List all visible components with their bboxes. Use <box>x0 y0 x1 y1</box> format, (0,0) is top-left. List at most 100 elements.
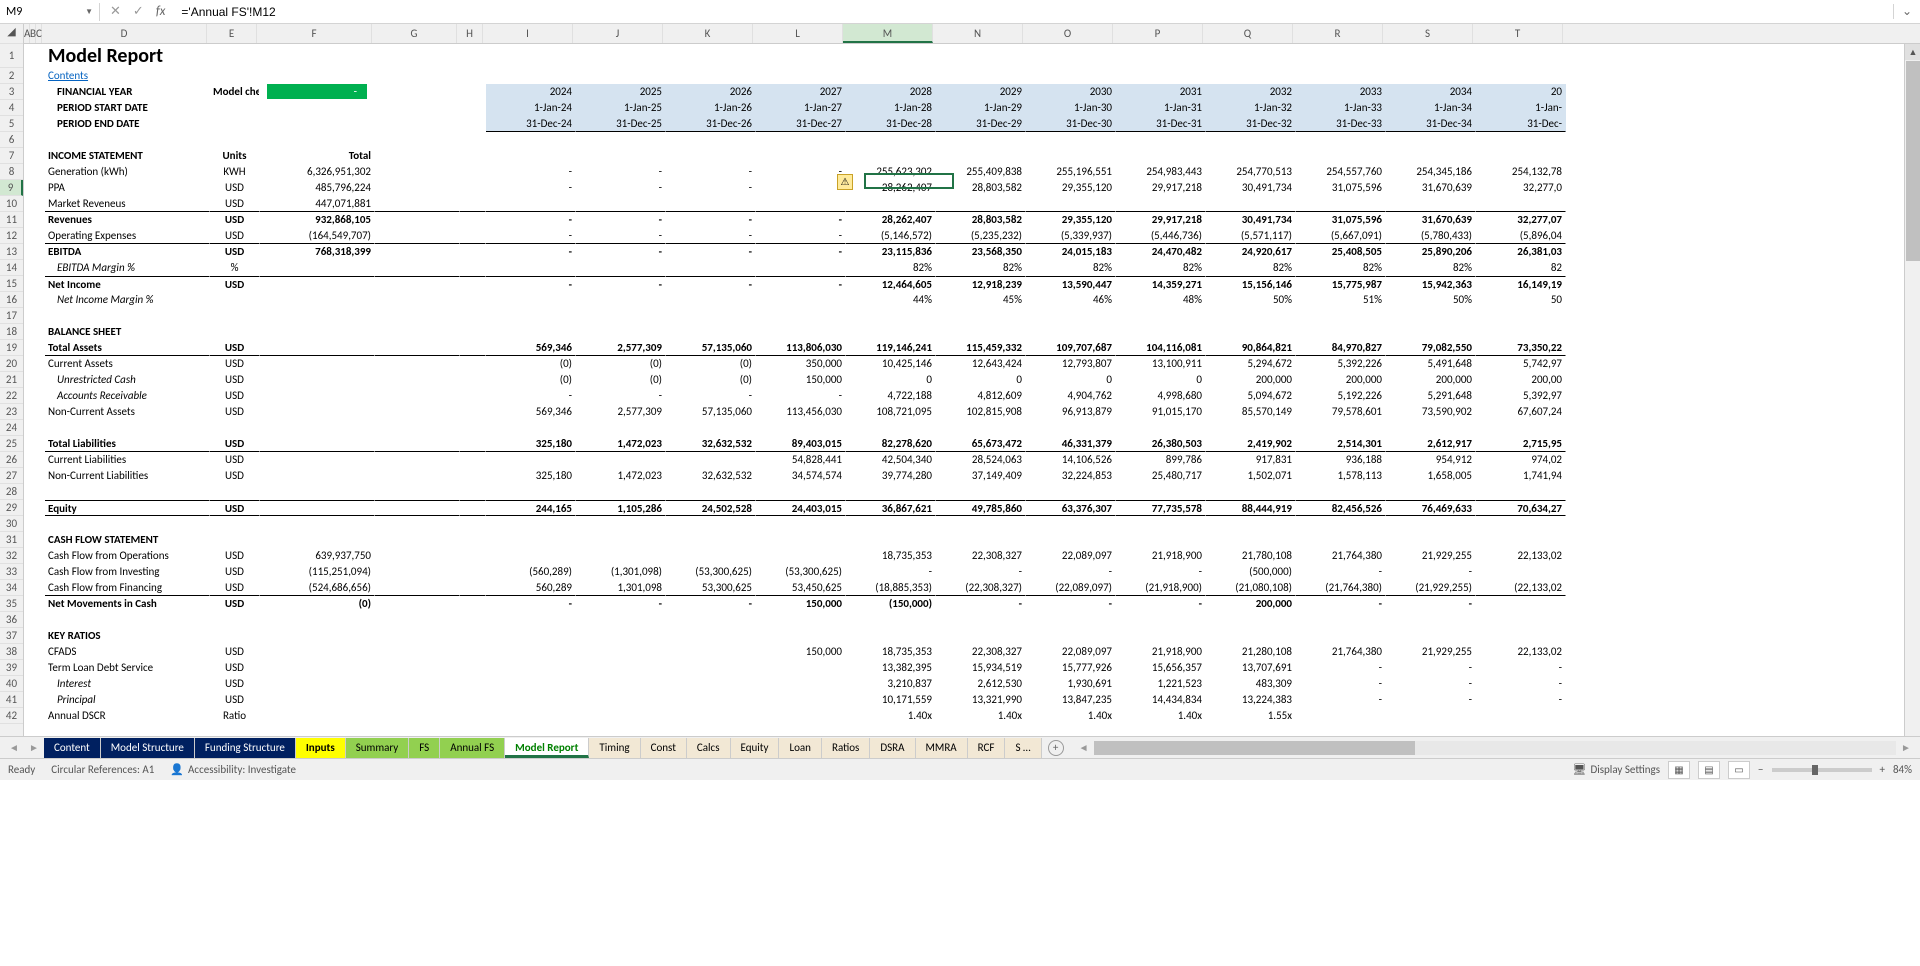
cell[interactable] <box>375 420 460 436</box>
cell[interactable] <box>24 548 31 564</box>
cell[interactable] <box>1026 68 1116 84</box>
cell[interactable]: 39,774,280 <box>846 468 936 484</box>
cell[interactable]: 1,578,113 <box>1296 468 1386 484</box>
cell[interactable] <box>31 340 38 356</box>
row-header[interactable]: 30 <box>0 516 23 532</box>
cell[interactable] <box>576 308 666 324</box>
cell[interactable] <box>38 148 45 164</box>
cell[interactable]: - <box>486 388 576 404</box>
cell[interactable]: - <box>260 84 375 100</box>
cell[interactable]: 325,180 <box>486 436 576 452</box>
cell[interactable]: 21,929,255 <box>1386 548 1476 564</box>
cell[interactable] <box>576 548 666 564</box>
cell[interactable]: 2029 <box>936 84 1026 100</box>
cell[interactable]: 15,775,987 <box>1296 276 1386 292</box>
cell[interactable]: 22,089,097 <box>1026 644 1116 660</box>
cell[interactable] <box>756 484 846 500</box>
cell[interactable]: 31,075,596 <box>1296 212 1386 228</box>
add-sheet-button[interactable]: + <box>1048 740 1064 756</box>
cell[interactable] <box>24 612 31 628</box>
accept-icon[interactable]: ✓ <box>133 4 144 19</box>
cell[interactable] <box>210 516 260 532</box>
cell[interactable]: 30,491,734 <box>1206 212 1296 228</box>
cell[interactable] <box>31 132 38 148</box>
cell[interactable] <box>756 420 846 436</box>
cell[interactable]: USD <box>210 580 260 596</box>
cell[interactable] <box>210 292 260 308</box>
sheet-tab[interactable]: DSRA <box>870 738 915 758</box>
cell[interactable]: 29,917,218 <box>1116 180 1206 196</box>
cell[interactable] <box>375 404 460 420</box>
cell[interactable] <box>24 692 31 708</box>
cell[interactable] <box>210 484 260 500</box>
cell[interactable]: (5,339,937) <box>1026 228 1116 244</box>
cell[interactable] <box>375 292 460 308</box>
cell[interactable] <box>38 708 45 724</box>
cell[interactable]: 18,735,353 <box>846 644 936 660</box>
cell[interactable] <box>31 68 38 84</box>
cell[interactable]: INCOME STATEMENT <box>45 148 210 164</box>
cell[interactable] <box>1386 132 1476 148</box>
cell[interactable] <box>1386 48 1476 64</box>
cell[interactable]: 104,116,081 <box>1116 340 1206 356</box>
cell[interactable] <box>210 612 260 628</box>
cell[interactable] <box>24 180 31 196</box>
cell[interactable] <box>1116 628 1206 644</box>
col-header[interactable]: N <box>933 24 1023 43</box>
cell[interactable] <box>576 148 666 164</box>
cell[interactable]: 917,831 <box>1206 452 1296 468</box>
cell[interactable]: 70,634,27 <box>1476 500 1566 516</box>
cell[interactable] <box>460 148 486 164</box>
cell[interactable]: Total Liabilities <box>45 436 210 452</box>
cell[interactable] <box>1476 596 1566 612</box>
cell[interactable] <box>1026 532 1116 548</box>
cell[interactable] <box>375 324 460 340</box>
row-header[interactable]: 32 <box>0 548 23 564</box>
cell[interactable] <box>38 404 45 420</box>
cell[interactable] <box>38 660 45 676</box>
hscroll-right-icon[interactable]: ► <box>1896 741 1916 754</box>
nav-next-icon[interactable]: ► <box>24 741 44 754</box>
cell[interactable]: Non-Current Liabilities <box>45 468 210 484</box>
scroll-thumb[interactable] <box>1906 61 1920 261</box>
cell[interactable] <box>375 532 460 548</box>
cell[interactable] <box>38 116 45 132</box>
cell[interactable] <box>576 420 666 436</box>
cell[interactable]: (5,571,117) <box>1206 228 1296 244</box>
cell[interactable]: 28,524,063 <box>936 452 1026 468</box>
cell[interactable] <box>38 132 45 148</box>
cell[interactable]: 1,658,005 <box>1386 468 1476 484</box>
cell[interactable]: 22,308,327 <box>936 644 1026 660</box>
cell[interactable]: 1-Jan-26 <box>666 100 756 116</box>
cell[interactable]: - <box>1296 596 1386 612</box>
cell[interactable]: Ratio <box>210 708 260 724</box>
cell[interactable] <box>38 180 45 196</box>
cell[interactable]: (5,235,232) <box>936 228 1026 244</box>
cell[interactable] <box>31 628 38 644</box>
cell[interactable] <box>31 100 38 116</box>
cell[interactable]: 31-Dec-31 <box>1116 116 1206 132</box>
cell[interactable] <box>260 404 375 420</box>
col-header[interactable]: S <box>1383 24 1473 43</box>
cell[interactable] <box>846 48 936 64</box>
cell[interactable]: - <box>576 212 666 228</box>
cell[interactable] <box>45 484 210 500</box>
cell[interactable] <box>24 100 31 116</box>
cell[interactable] <box>375 484 460 500</box>
cell[interactable] <box>1476 612 1566 628</box>
cell[interactable]: 82,278,620 <box>846 436 936 452</box>
cell[interactable]: 22,308,327 <box>936 548 1026 564</box>
cell[interactable] <box>1206 148 1296 164</box>
cell[interactable] <box>1116 420 1206 436</box>
cell[interactable]: 25,480,717 <box>1116 468 1206 484</box>
cell[interactable] <box>38 244 45 260</box>
cell[interactable]: USD <box>210 500 260 516</box>
name-box[interactable]: M9 ▼ <box>0 3 100 21</box>
cell[interactable]: Accounts Receivable <box>45 388 210 404</box>
cell[interactable]: 48% <box>1116 292 1206 308</box>
cell[interactable]: (115,251,094) <box>260 564 375 580</box>
cell[interactable]: (5,667,091) <box>1296 228 1386 244</box>
cell[interactable] <box>936 516 1026 532</box>
cell[interactable]: 31,670,639 <box>1386 180 1476 196</box>
sheet-tab[interactable]: Content <box>44 738 101 758</box>
